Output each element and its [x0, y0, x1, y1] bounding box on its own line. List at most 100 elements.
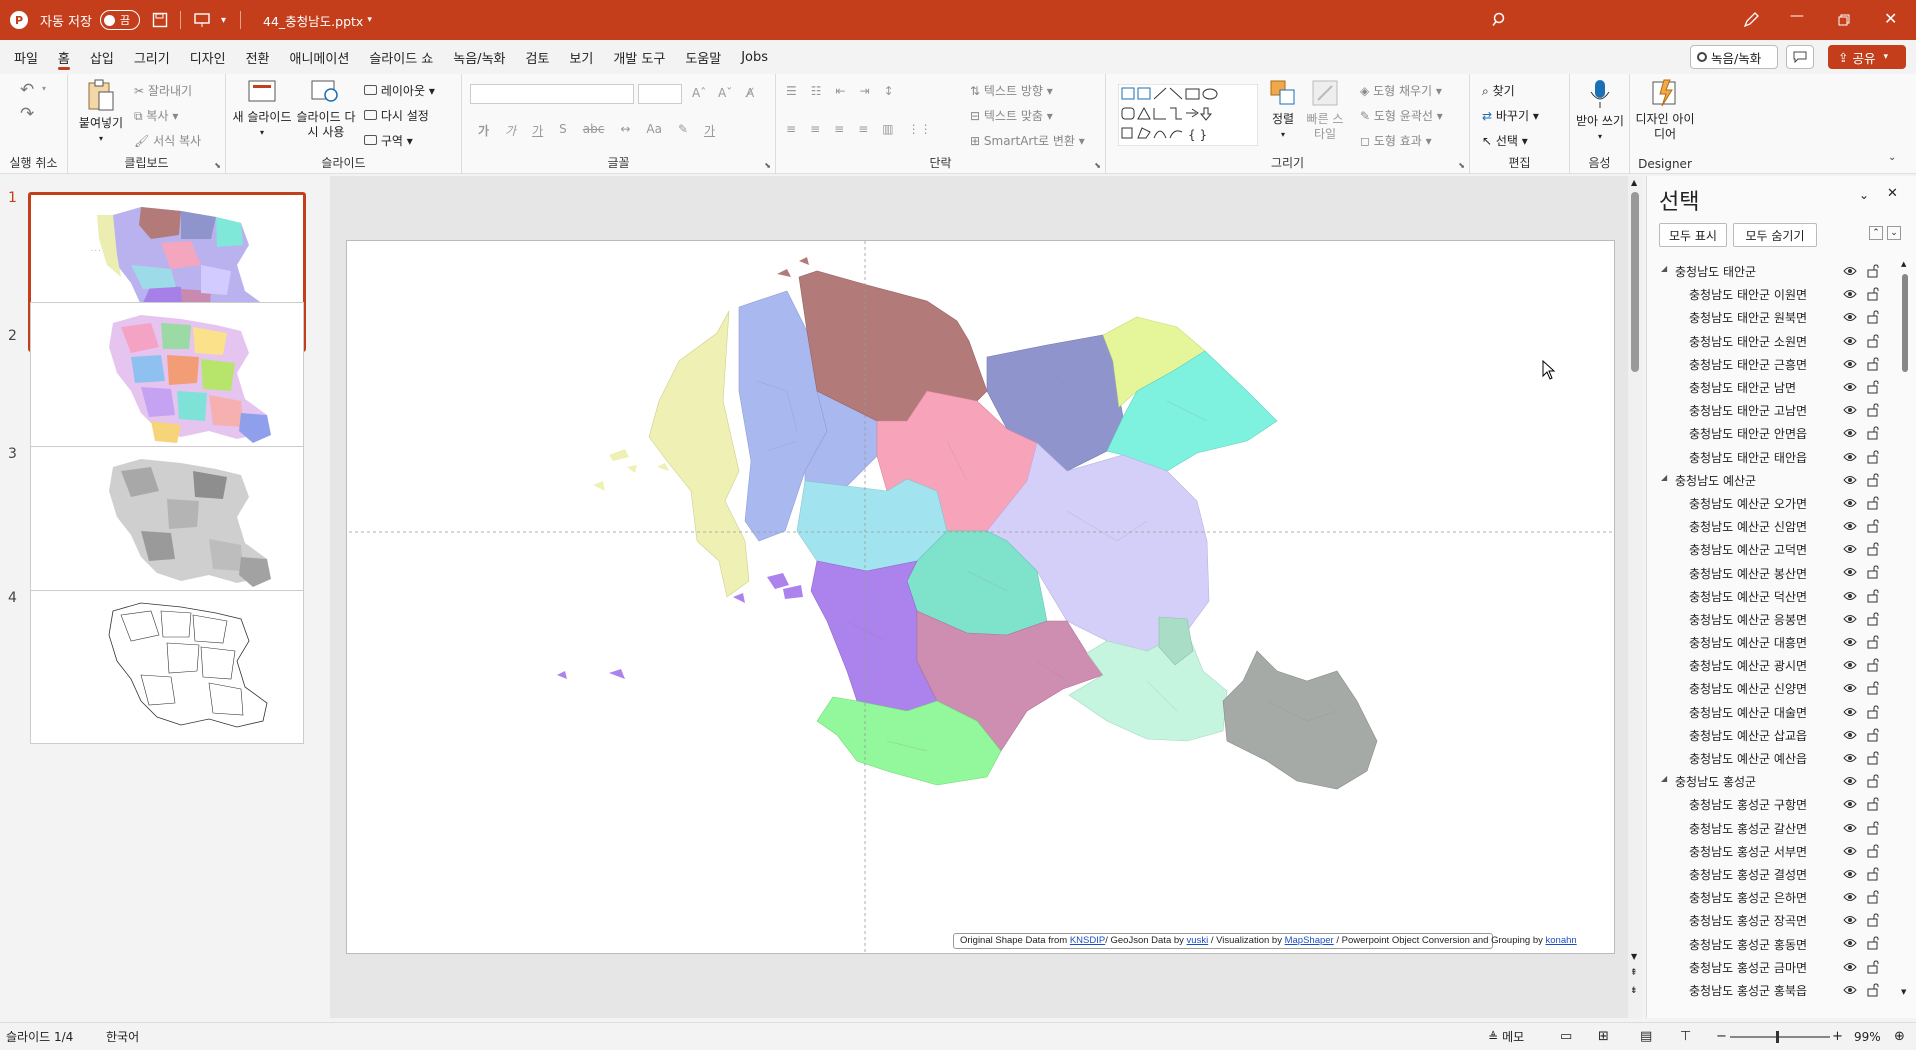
font-launcher-icon[interactable]: ⬊: [764, 161, 771, 170]
highlight-icon[interactable]: ✎: [678, 122, 688, 139]
visibility-eye-icon[interactable]: [1843, 937, 1857, 949]
scroll-thumb[interactable]: [1631, 192, 1639, 372]
notes-button[interactable]: ≜ 메모: [1488, 1028, 1524, 1045]
slide-canvas[interactable]: Original Shape Data from KNSDIP/ GeoJson…: [331, 181, 1647, 1001]
selection-item-row[interactable]: 충청남도 태안군 이원면: [1647, 283, 1909, 306]
lock-open-icon[interactable]: [1867, 844, 1879, 858]
search-icon[interactable]: [1492, 12, 1508, 28]
lock-open-icon[interactable]: [1867, 287, 1879, 301]
pane-scroll-up-icon[interactable]: ▲: [1901, 260, 1906, 268]
tab-jobs[interactable]: Jobs: [731, 40, 778, 74]
visibility-eye-icon[interactable]: [1843, 891, 1857, 903]
lock-open-icon[interactable]: [1867, 705, 1879, 719]
hide-all-button[interactable]: 모두 숨기기: [1733, 223, 1817, 247]
line-spacing-icon[interactable]: ↕: [884, 84, 894, 98]
tab-view[interactable]: 보기: [559, 40, 603, 74]
selection-item-row[interactable]: 충청남도 예산군 신암면: [1647, 515, 1909, 538]
shrink-font-icon[interactable]: Aˇ: [718, 86, 732, 100]
lock-open-icon[interactable]: [1867, 960, 1879, 974]
visibility-eye-icon[interactable]: [1843, 451, 1857, 463]
numbering-icon[interactable]: ☷: [811, 84, 822, 98]
credit-link-konahn[interactable]: konahn: [1546, 935, 1577, 946]
slide-thumbnail-4[interactable]: [30, 590, 304, 744]
slide-sorter-icon[interactable]: ⊞: [1598, 1029, 1609, 1044]
visibility-eye-icon[interactable]: [1843, 311, 1857, 323]
selection-item-row[interactable]: 충청남도 홍성군 결성면: [1647, 863, 1909, 886]
visibility-eye-icon[interactable]: [1843, 335, 1857, 347]
selection-group-row[interactable]: ◢ 충청남도 태안군: [1647, 260, 1909, 283]
align-left-icon[interactable]: ≡: [786, 122, 796, 136]
selection-item-row[interactable]: 충청남도 태안군 고남면: [1647, 399, 1909, 422]
lock-open-icon[interactable]: [1867, 728, 1879, 742]
shape-outline-button[interactable]: ✎ 도형 윤곽선 ▾: [1360, 107, 1443, 124]
lock-open-icon[interactable]: [1867, 380, 1879, 394]
credit-link-vuski[interactable]: vuski: [1187, 935, 1209, 946]
selection-item-row[interactable]: 충청남도 예산군 대흥면: [1647, 631, 1909, 654]
fit-slide-icon[interactable]: ⊕: [1894, 1029, 1905, 1044]
visibility-eye-icon[interactable]: [1843, 566, 1857, 578]
zoom-slider-thumb[interactable]: [1776, 1031, 1779, 1043]
selection-item-row[interactable]: 충청남도 태안군 남면: [1647, 376, 1909, 399]
lock-open-icon[interactable]: [1867, 936, 1879, 950]
smartart-button[interactable]: ⊞ SmartArt로 변환 ▾: [970, 132, 1085, 149]
lock-open-icon[interactable]: [1867, 542, 1879, 556]
selection-item-row[interactable]: 충청남도 홍성군 갈산면: [1647, 817, 1909, 840]
arrange-button[interactable]: 정렬 ▾: [1264, 78, 1302, 142]
tab-design[interactable]: 디자인: [180, 40, 236, 74]
bullets-icon[interactable]: ☰: [786, 84, 797, 98]
pane-options-icon[interactable]: ⌄: [1859, 188, 1869, 202]
visibility-eye-icon[interactable]: [1843, 358, 1857, 370]
underline-icon[interactable]: 가: [532, 122, 543, 139]
selection-group-row[interactable]: ◢ 충청남도 홍성군: [1647, 770, 1909, 793]
tab-draw[interactable]: 그리기: [124, 40, 180, 74]
restore-icon[interactable]: [1838, 14, 1850, 26]
tab-help[interactable]: 도움말: [675, 40, 731, 74]
visibility-eye-icon[interactable]: [1843, 404, 1857, 416]
decrease-indent-icon[interactable]: ⇤: [836, 84, 846, 98]
layout-button[interactable]: 레이아웃 ▾: [364, 82, 435, 99]
collapse-triangle-icon[interactable]: ◢: [1661, 774, 1667, 783]
visibility-eye-icon[interactable]: [1843, 775, 1857, 787]
lock-open-icon[interactable]: [1867, 403, 1879, 417]
lock-open-icon[interactable]: [1867, 983, 1879, 997]
lock-open-icon[interactable]: [1867, 658, 1879, 672]
reading-view-icon[interactable]: ▤: [1640, 1029, 1652, 1044]
clipboard-launcher-icon[interactable]: ⬊: [214, 161, 221, 170]
lock-open-icon[interactable]: [1867, 612, 1879, 626]
increase-indent-icon[interactable]: ⇥: [860, 84, 870, 98]
visibility-eye-icon[interactable]: [1843, 706, 1857, 718]
credit-box[interactable]: Original Shape Data from KNSDIP/ GeoJson…: [953, 933, 1577, 949]
tab-review[interactable]: 검토: [516, 40, 560, 74]
char-spacing-icon[interactable]: ↔: [620, 122, 630, 139]
align-right-icon[interactable]: ≡: [834, 122, 844, 136]
ribbon-collapse-icon[interactable]: ⌄: [1888, 152, 1896, 163]
undo-icon[interactable]: ↶: [20, 80, 34, 100]
visibility-eye-icon[interactable]: [1843, 752, 1857, 764]
shapes-gallery[interactable]: { }: [1118, 84, 1258, 146]
slide-scrollbar[interactable]: ▲ ▼ ⇞ ⇟: [1628, 176, 1642, 1018]
selection-item-row[interactable]: 충청남도 예산군 대술면: [1647, 701, 1909, 724]
visibility-eye-icon[interactable]: [1843, 427, 1857, 439]
document-title[interactable]: 44_충청남도.pptx: [263, 11, 363, 30]
selection-group-row[interactable]: ◢ 충청남도 예산군: [1647, 469, 1909, 492]
lock-open-icon[interactable]: [1867, 774, 1879, 788]
chungnam-map[interactable]: [331, 181, 1647, 1001]
visibility-eye-icon[interactable]: [1843, 729, 1857, 741]
slideshow-view-icon[interactable]: ⊤: [1680, 1029, 1691, 1044]
visibility-eye-icon[interactable]: [1843, 288, 1857, 300]
dictate-button[interactable]: 받아 쓰기 ▾: [1576, 78, 1624, 144]
design-ideas-button[interactable]: 디자인 아이디어: [1634, 78, 1696, 142]
pane-scroll-thumb[interactable]: [1902, 274, 1908, 372]
change-case-icon[interactable]: Aa: [646, 122, 662, 139]
credit-link-mapshaper[interactable]: MapShaper: [1285, 935, 1334, 946]
selection-item-row[interactable]: 충청남도 홍성군 장곡면: [1647, 909, 1909, 932]
selection-item-row[interactable]: 충청남도 태안군 원북면: [1647, 306, 1909, 329]
selection-item-row[interactable]: 충청남도 태안군 소원면: [1647, 330, 1909, 353]
zoom-level[interactable]: 99%: [1854, 1030, 1881, 1044]
visibility-eye-icon[interactable]: [1843, 659, 1857, 671]
save-icon[interactable]: [152, 12, 168, 28]
lock-open-icon[interactable]: [1867, 867, 1879, 881]
visibility-eye-icon[interactable]: [1843, 914, 1857, 926]
format-painter-button[interactable]: 🖌 서식 복사: [134, 132, 201, 149]
selection-item-row[interactable]: 충청남도 예산군 오가면: [1647, 492, 1909, 515]
